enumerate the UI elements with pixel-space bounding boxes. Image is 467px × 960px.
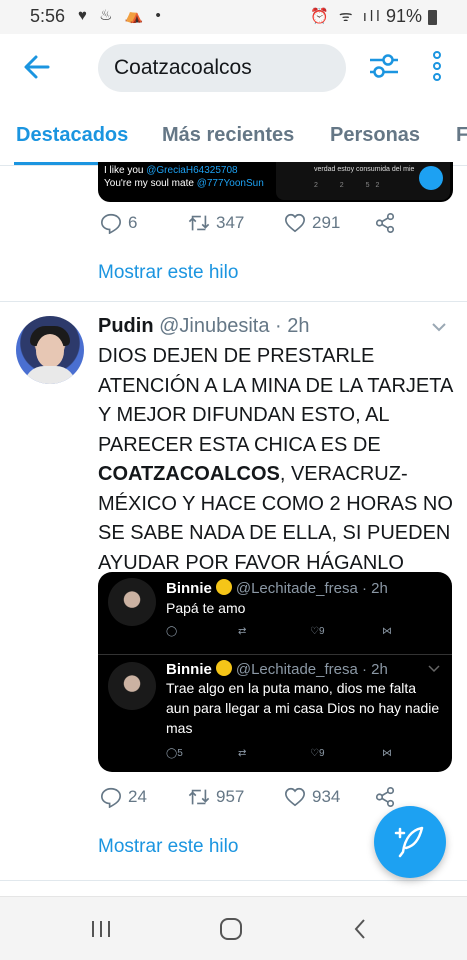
share-button[interactable] — [374, 212, 396, 234]
retweet-icon — [188, 789, 210, 805]
share-icon — [375, 213, 395, 233]
reply-button[interactable]: 24 — [100, 786, 147, 808]
embedded-screenshot[interactable]: Binnie @Lechitade_fresa · 2h Papá te amo … — [98, 572, 452, 772]
system-nav-bar — [0, 896, 467, 960]
tweet-text: DIOS DEJEN DE PRESTARLE ATENCIÓN A LA MI… — [98, 345, 453, 574]
tweet-header: Pudin @Jinubesita · 2h — [98, 315, 310, 338]
tab-destacados[interactable]: Destacados — [16, 124, 128, 147]
notification-icons: ♥ ♨ ⛺ • — [78, 7, 165, 24]
battery-icon — [428, 10, 437, 25]
reply-icon — [101, 213, 121, 234]
reply-icon — [101, 787, 121, 808]
tweet-divider — [0, 301, 467, 302]
feather-plus-icon — [394, 826, 424, 858]
tweet-actions: 24 957 934 — [98, 786, 398, 814]
emoji-icon — [215, 579, 232, 595]
media-caption: I like you @GreciaH64325708 You're my so… — [104, 165, 264, 189]
retweet-button[interactable]: 347 — [188, 212, 244, 234]
like-button[interactable]: 934 — [284, 786, 340, 808]
media-screenshot: verdad estoy consumida del mie 2 2 52 — [276, 162, 450, 200]
reply-button[interactable]: 6 — [100, 212, 137, 234]
chevron-down-icon — [428, 665, 440, 673]
embedded-actions: ◯ ⇄ ♡ 9 ⋈ — [166, 626, 392, 637]
like-button[interactable]: 291 — [284, 212, 340, 234]
tweet-time: · 2h — [275, 315, 310, 337]
author-handle[interactable]: @Jinubesita — [159, 315, 269, 337]
share-button[interactable] — [374, 786, 396, 808]
recent-apps-icon[interactable] — [90, 919, 112, 939]
status-time: 5:56 — [30, 6, 66, 26]
battery-percent: 91% — [386, 6, 423, 26]
emoji-icon — [215, 660, 232, 676]
embedded-actions: ◯ 5 ⇄ ♡ 9 ⋈ — [166, 748, 392, 759]
retweet-icon — [188, 215, 210, 231]
tweet-actions: 6 347 291 — [98, 212, 398, 240]
home-icon[interactable] — [219, 917, 243, 941]
compose-icon — [419, 166, 443, 190]
back-arrow-icon[interactable] — [22, 52, 52, 82]
heart-icon — [285, 213, 305, 233]
search-highlight: COATZACOALCOS — [98, 463, 280, 485]
search-tabs: Destacados Más recientes Personas F — [0, 104, 467, 166]
avatar — [108, 578, 156, 626]
search-input[interactable]: Coatzacoalcos — [98, 44, 346, 92]
avatar[interactable] — [16, 316, 84, 384]
compose-tweet-button[interactable] — [374, 806, 446, 878]
avatar — [108, 662, 156, 710]
show-thread-link[interactable]: Mostrar este hilo — [98, 262, 238, 284]
tweet-media[interactable]: I like you @GreciaH64325708 You're my so… — [98, 162, 453, 202]
back-icon[interactable] — [352, 917, 368, 941]
signal-icons: ⏰ ᯤ ıll — [310, 8, 383, 25]
tab-fotos[interactable]: F — [456, 124, 467, 147]
heart-icon — [285, 787, 305, 807]
search-header: Coatzacoalcos — [0, 34, 467, 104]
filter-sliders-icon[interactable] — [368, 50, 400, 82]
author-name[interactable]: Pudin — [98, 315, 154, 337]
tab-mas-recientes[interactable]: Más recientes — [162, 124, 294, 147]
share-icon — [375, 787, 395, 807]
more-options-icon[interactable] — [430, 50, 444, 82]
status-bar: 5:56 ♥ ♨ ⛺ • ⏰ ᯤ ıll 91% — [0, 0, 467, 34]
tweet-divider — [0, 880, 467, 881]
retweet-button[interactable]: 957 — [188, 786, 244, 808]
tab-personas[interactable]: Personas — [330, 124, 420, 147]
chevron-down-icon[interactable] — [430, 318, 448, 336]
show-thread-link[interactable]: Mostrar este hilo — [98, 836, 238, 858]
